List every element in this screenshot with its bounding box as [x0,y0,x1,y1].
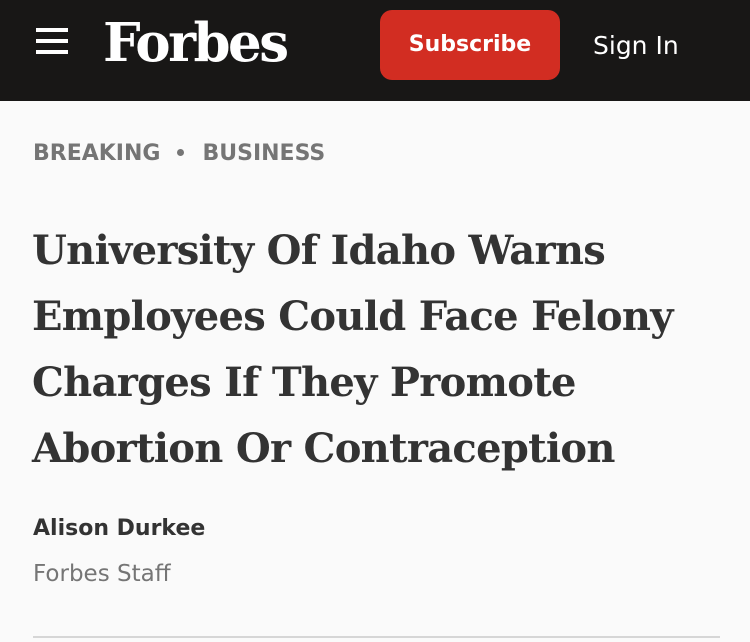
subscribe-button[interactable]: Subscribe [380,10,560,80]
divider [33,636,720,638]
menu-bar [36,28,68,32]
author-name[interactable]: Alison Durkee [33,511,205,547]
breadcrumb-separator-dot [177,148,185,156]
hamburger-menu-icon[interactable] [36,28,68,54]
menu-bar [36,50,68,54]
menu-bar [36,39,68,43]
site-header: Forbes Subscribe Sign In [0,0,750,101]
breadcrumb: BREAKING BUSINESS [33,136,325,172]
breadcrumb-business[interactable]: BUSINESS [202,141,325,166]
sign-in-link[interactable]: Sign In [593,26,679,66]
article-headline: University Of Idaho Warns Employees Coul… [32,227,673,472]
breadcrumb-breaking[interactable]: BREAKING [33,141,160,166]
author-role: Forbes Staff [33,561,171,587]
forbes-logo[interactable]: Forbes [103,8,289,78]
